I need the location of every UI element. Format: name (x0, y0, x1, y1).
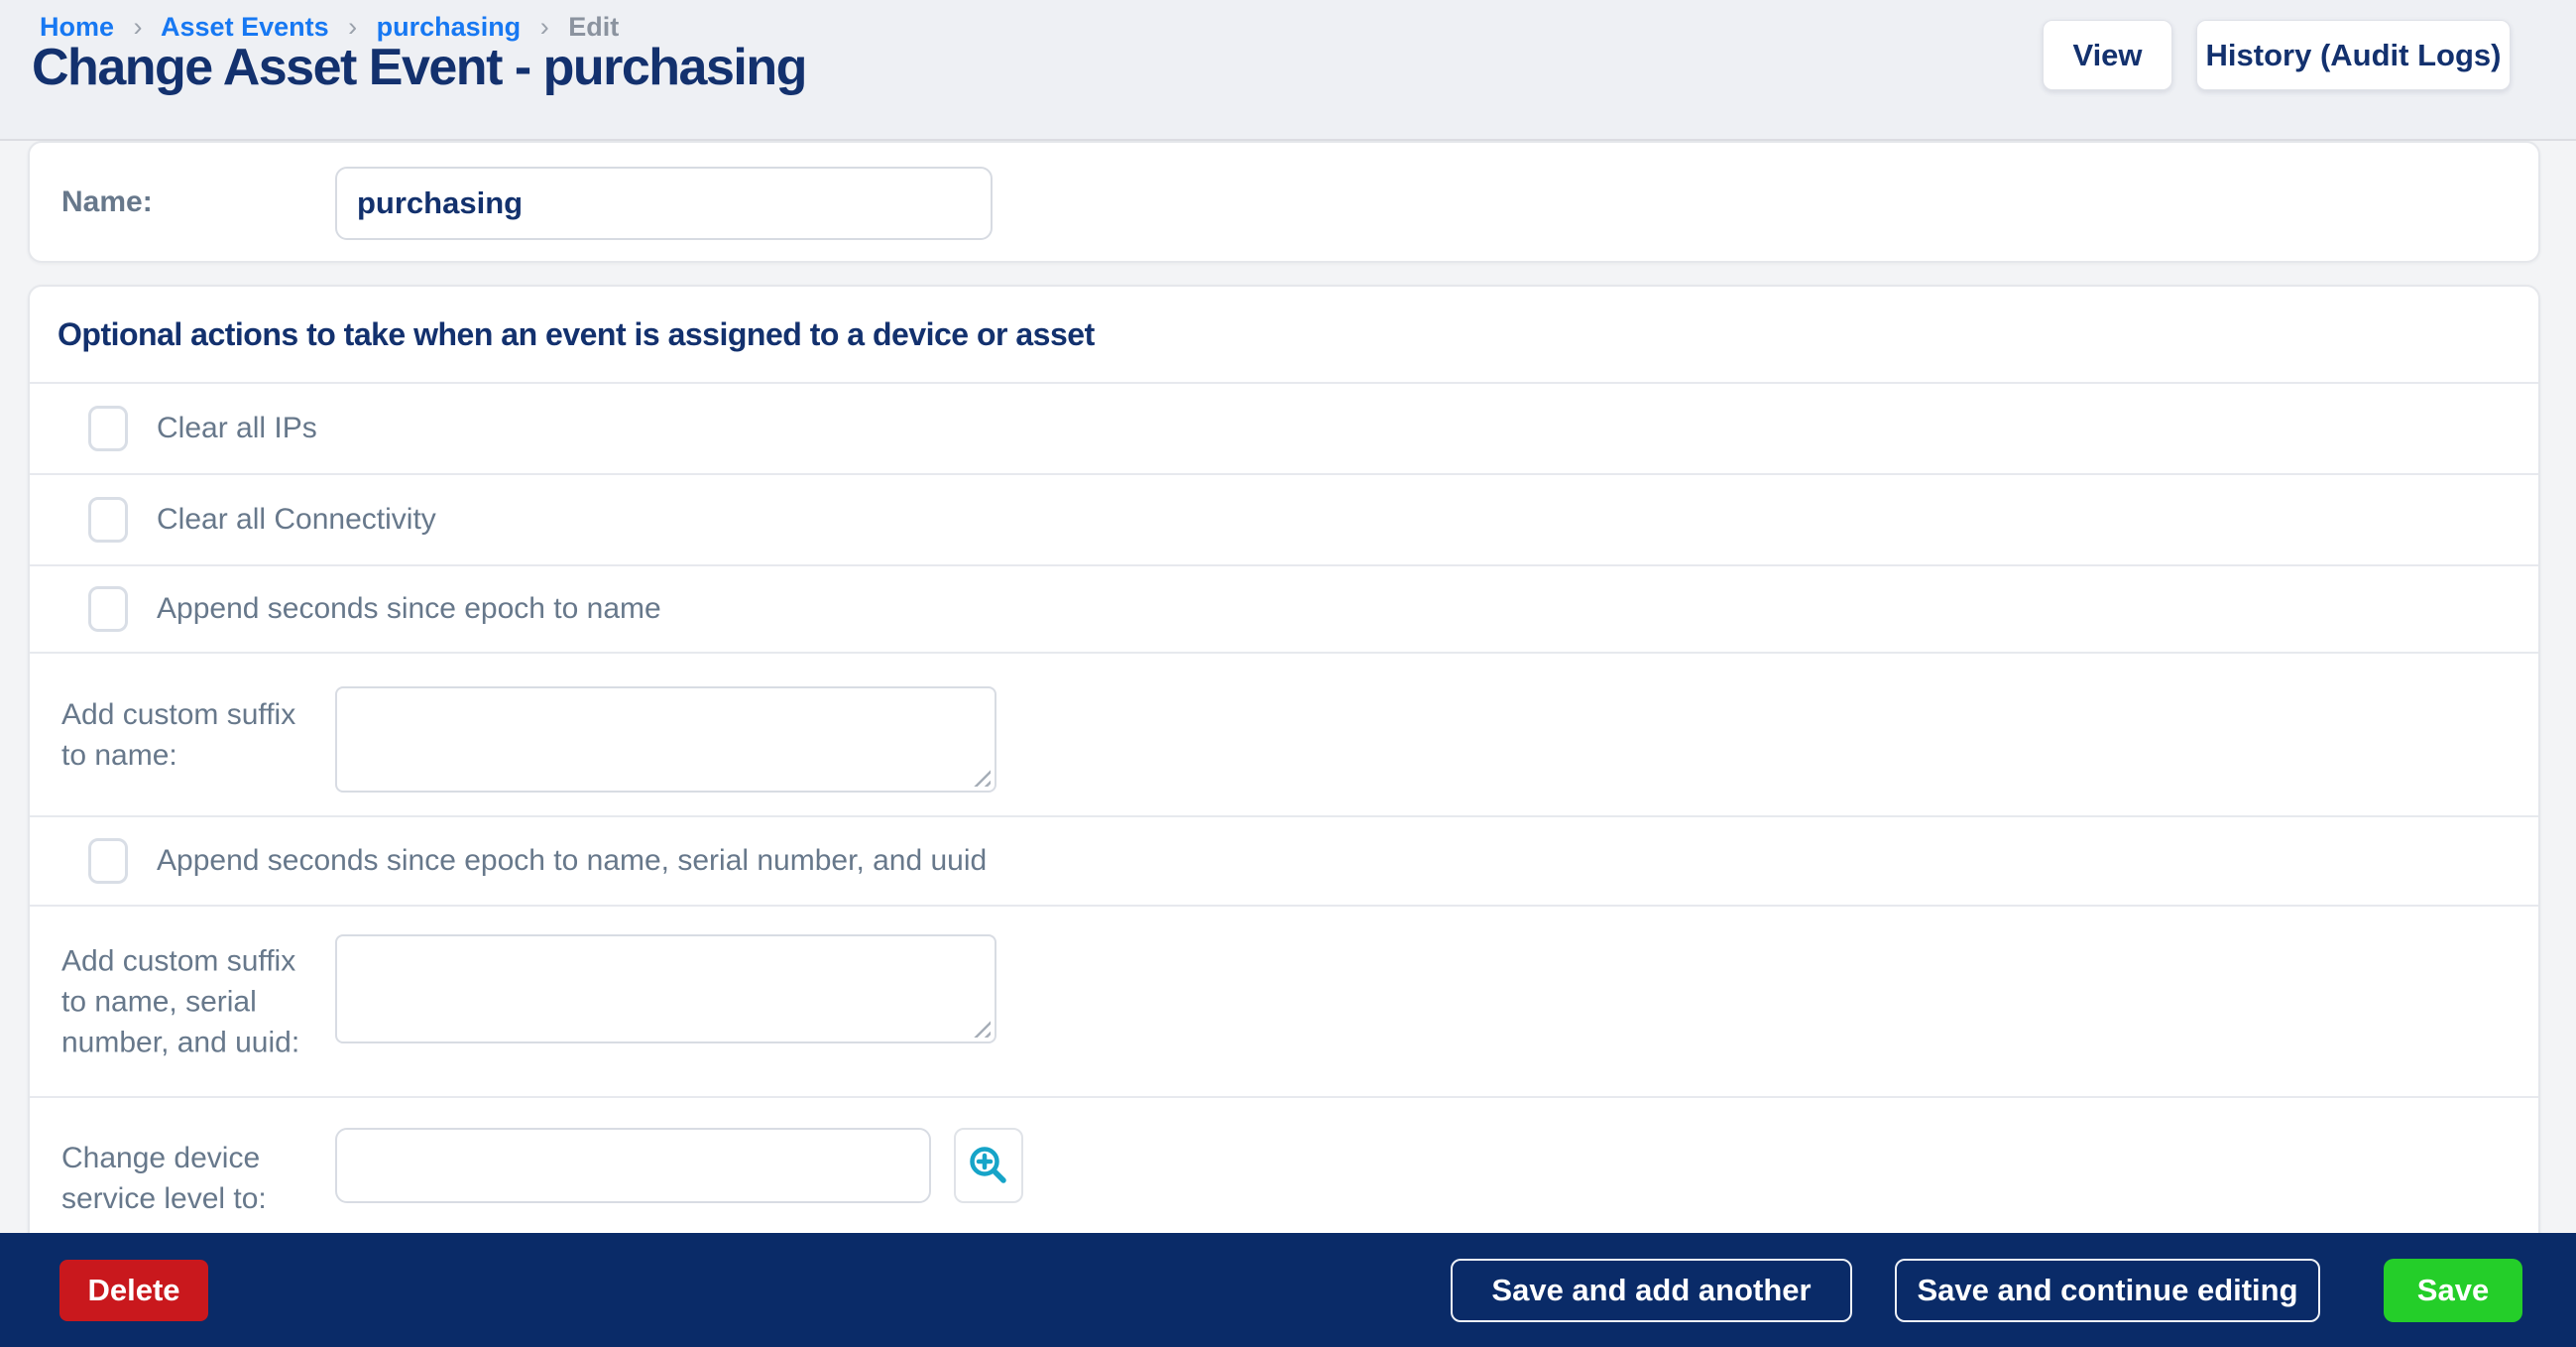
name-input[interactable] (335, 167, 993, 240)
custom-suffix-all-textarea[interactable] (335, 934, 996, 1043)
append-epoch-name-label: Append seconds since epoch to name (157, 592, 661, 626)
append-epoch-name-checkbox[interactable] (88, 586, 128, 632)
service-level-input[interactable] (335, 1128, 931, 1203)
service-level-label: Change device service level to: (61, 1138, 309, 1219)
row-append-epoch-name: Append seconds since epoch to name (30, 564, 2538, 652)
optional-actions-heading: Optional actions to take when an event i… (30, 287, 2538, 382)
magnifier-plus-icon (967, 1144, 1010, 1187)
name-label: Name: (61, 143, 153, 261)
append-epoch-all-label: Append seconds since epoch to name, seri… (157, 844, 987, 878)
view-button[interactable]: View (2043, 20, 2172, 90)
row-clear-all-ips: Clear all IPs (30, 382, 2538, 473)
save-button[interactable]: Save (2384, 1259, 2522, 1322)
history-audit-logs-button[interactable]: History (Audit Logs) (2196, 20, 2511, 90)
clear-all-ips-label: Clear all IPs (157, 412, 317, 445)
clear-all-connectivity-label: Clear all Connectivity (157, 503, 436, 537)
save-and-continue-editing-button[interactable]: Save and continue editing (1895, 1259, 2320, 1322)
service-level-lookup-button[interactable] (954, 1128, 1023, 1203)
append-epoch-all-checkbox[interactable] (88, 838, 128, 884)
clear-all-connectivity-checkbox[interactable] (88, 497, 128, 543)
save-and-add-another-button[interactable]: Save and add another (1451, 1259, 1852, 1322)
row-clear-all-connectivity: Clear all Connectivity (30, 473, 2538, 564)
footer-action-bar: Delete Save and add another Save and con… (0, 1233, 2576, 1347)
row-custom-suffix-name: Add custom suffix to name: (30, 652, 2538, 815)
row-custom-suffix-all: Add custom suffix to name, serial number… (30, 905, 2538, 1096)
clear-all-ips-checkbox[interactable] (88, 406, 128, 451)
custom-suffix-name-textarea[interactable] (335, 686, 996, 793)
row-append-epoch-all: Append seconds since epoch to name, seri… (30, 815, 2538, 905)
page-header: Home › Asset Events › purchasing › Edit … (0, 0, 2576, 141)
optional-actions-card: Optional actions to take when an event i… (28, 285, 2540, 1257)
custom-suffix-all-label: Add custom suffix to name, serial number… (61, 940, 309, 1062)
custom-suffix-name-label: Add custom suffix to name: (61, 694, 309, 776)
page-title: Change Asset Event - purchasing (32, 38, 806, 97)
delete-button[interactable]: Delete (59, 1260, 208, 1321)
name-card: Name: (28, 141, 2540, 263)
